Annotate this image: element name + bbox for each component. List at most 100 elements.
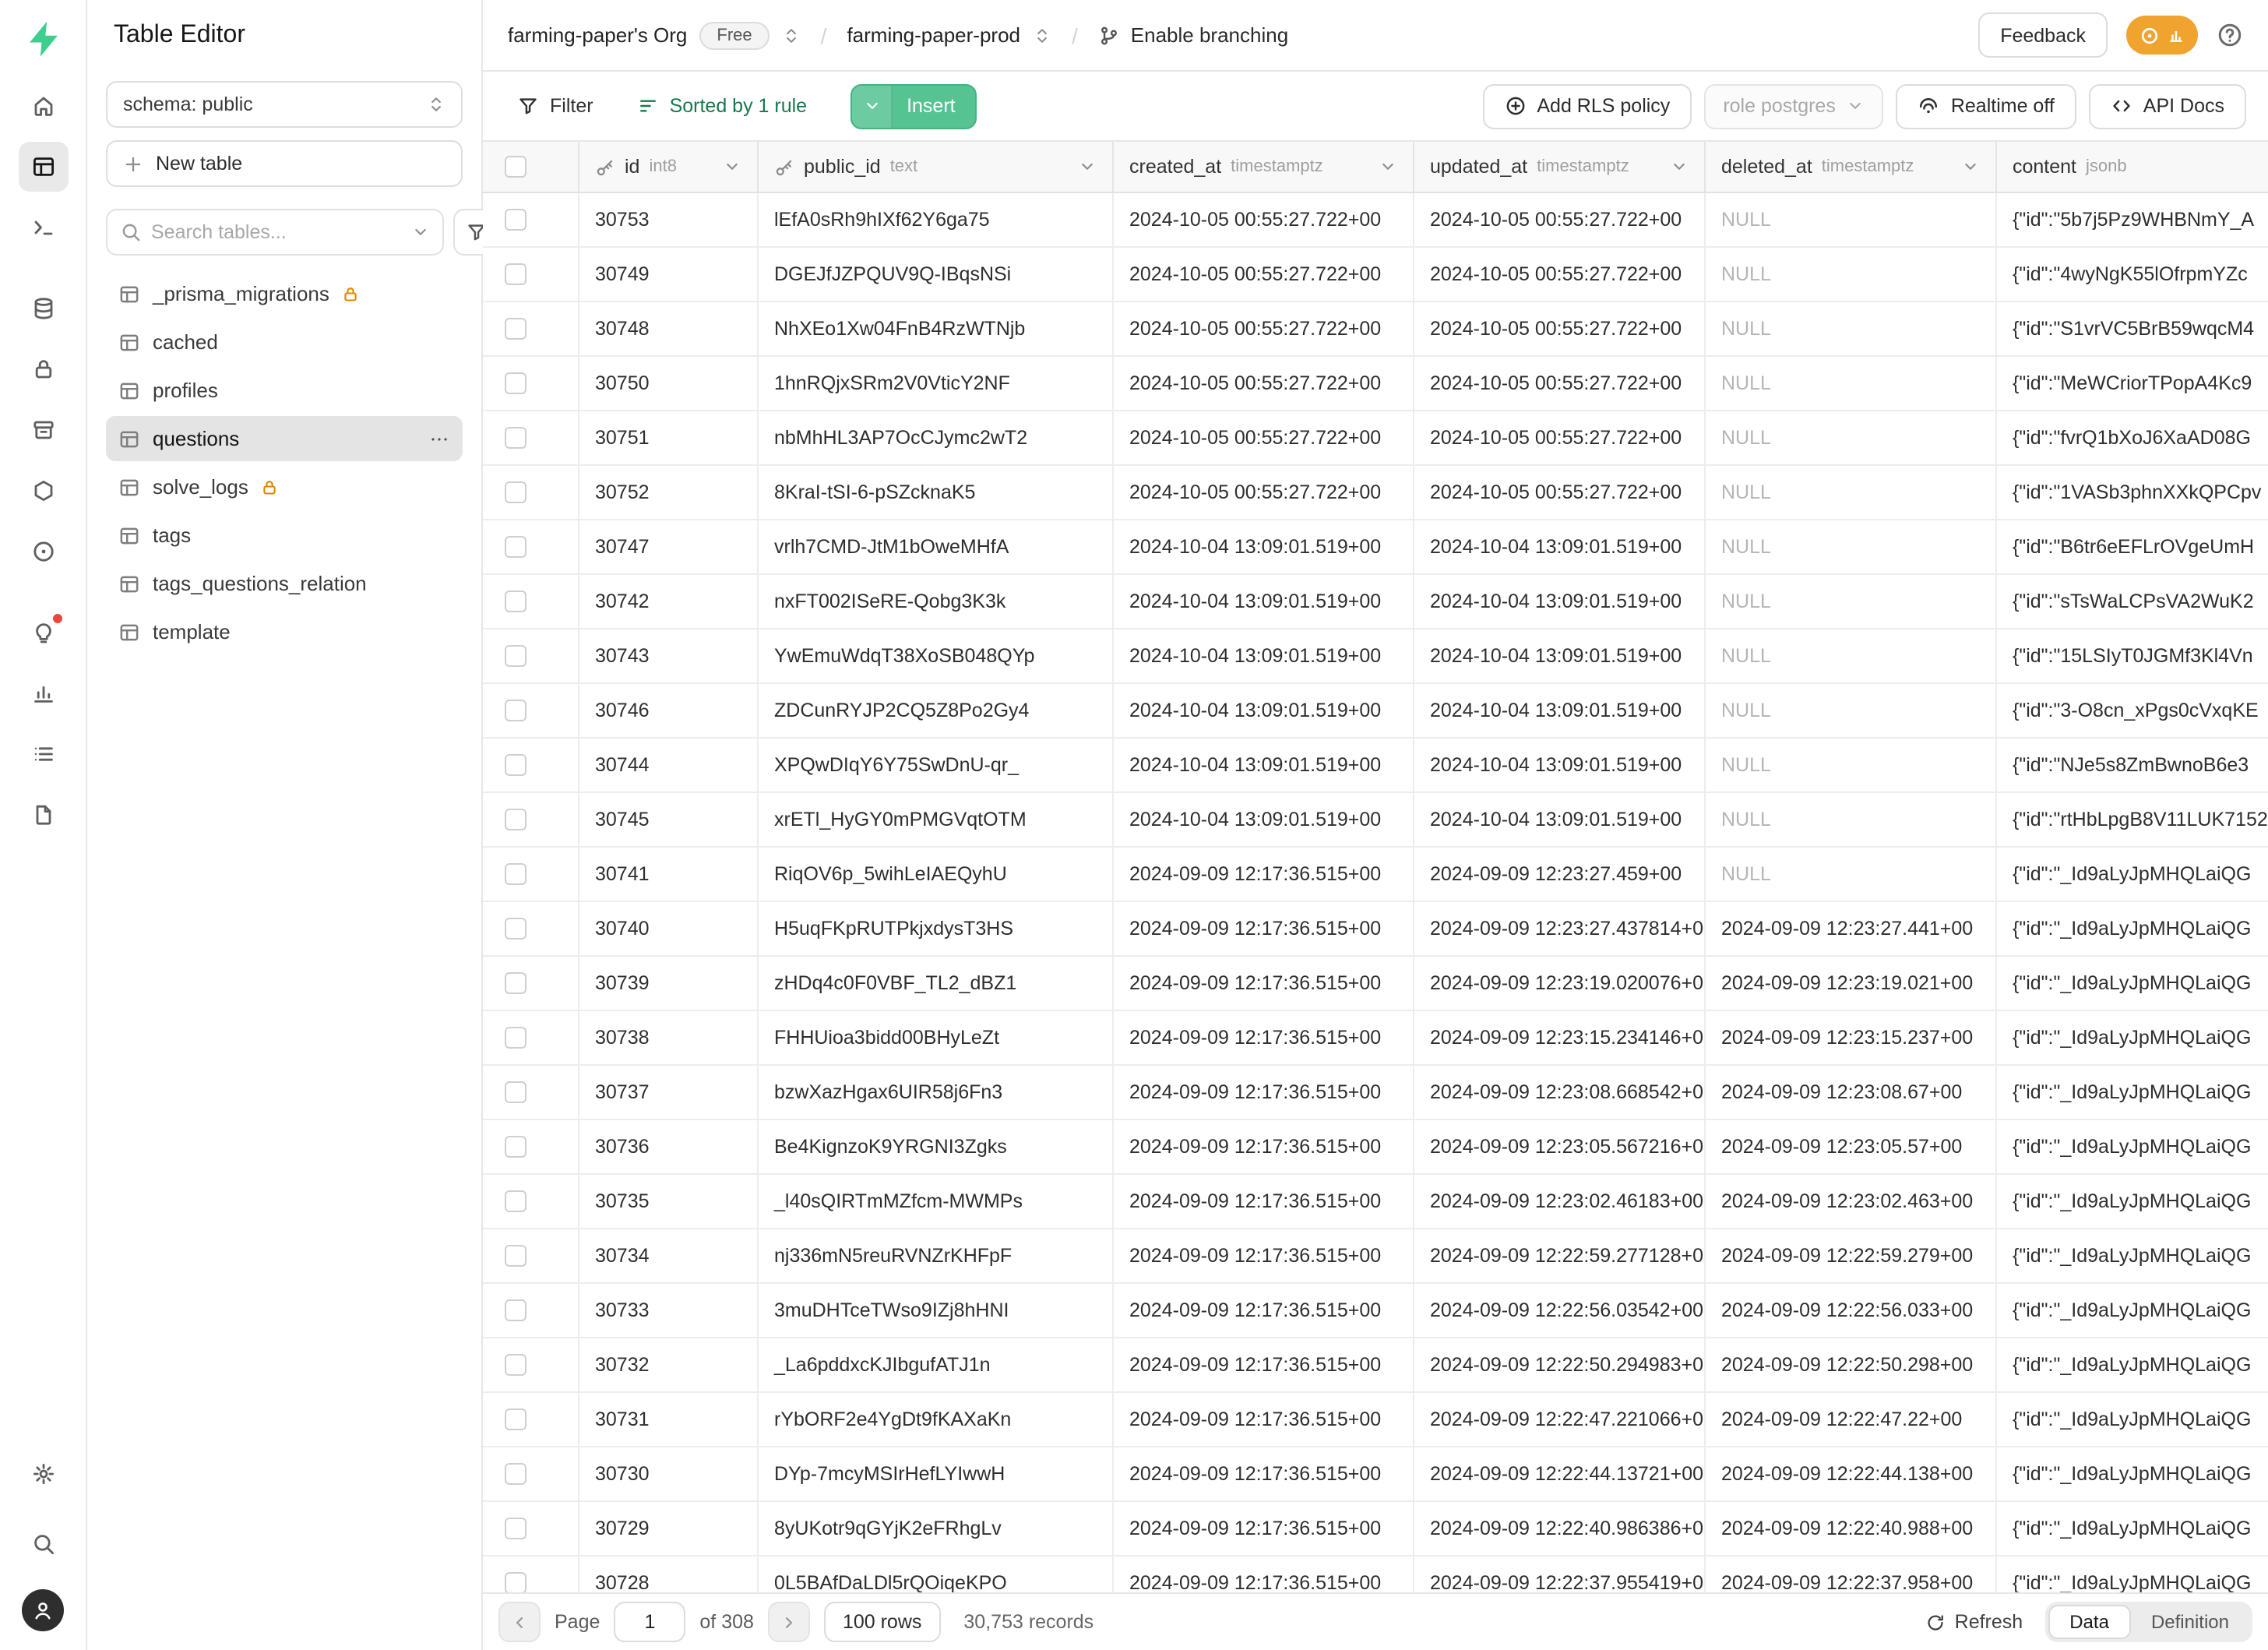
cell-deleted_at[interactable]: NULL [1706,684,1997,737]
row-checkbox[interactable] [505,1463,526,1485]
cell-updated_at[interactable]: 2024-10-05 00:55:27.722+00 [1414,248,1706,301]
cell-deleted_at[interactable]: 2024-09-09 12:22:44.138+00 [1706,1447,1997,1500]
supabase-logo-icon[interactable] [19,16,66,62]
cell-deleted_at[interactable]: 2024-09-09 12:23:19.021+00 [1706,957,1997,1010]
feedback-button[interactable]: Feedback [1978,12,2108,58]
realtime-toggle-button[interactable]: Realtime off [1896,83,2076,129]
next-page-button[interactable] [768,1602,810,1642]
cell-public_id[interactable]: RiqOV6p_5wihLeIAEQyhU [759,848,1114,901]
add-rls-policy-button[interactable]: Add RLS policy [1482,83,1692,129]
cell-content[interactable]: {"id":"3-O8cn_xPgs0cVxqKE [1997,684,2268,737]
cell-id[interactable]: 30736 [579,1120,759,1173]
cell-id[interactable]: 30732 [579,1338,759,1391]
cell-created_at[interactable]: 2024-09-09 12:17:36.515+00 [1114,1338,1414,1391]
cell-content[interactable]: {"id":"4wyNgK55lOfrpmYZc [1997,248,2268,301]
cell-created_at[interactable]: 2024-09-09 12:17:36.515+00 [1114,902,1414,955]
sidebar-item-tags[interactable]: tags [106,513,463,558]
cell-id[interactable]: 30735 [579,1175,759,1228]
row-checkbox[interactable] [505,754,526,776]
cell-content[interactable]: {"id":"_Id9aLyJpMHQLaiQG [1997,957,2268,1010]
cell-content[interactable]: {"id":"_Id9aLyJpMHQLaiQG [1997,1011,2268,1064]
cell-public_id[interactable]: bzwXazHgax6UIR58j6Fn3 [759,1066,1114,1119]
cell-deleted_at[interactable]: 2024-09-09 12:23:05.57+00 [1706,1120,1997,1173]
row-checkbox[interactable] [505,1027,526,1049]
cell-created_at[interactable]: 2024-10-05 00:55:27.722+00 [1114,193,1414,246]
user-avatar[interactable] [22,1589,64,1631]
cell-content[interactable]: {"id":"_Id9aLyJpMHQLaiQG [1997,1557,2268,1592]
cell-public_id[interactable]: 1hnRQjxSRm2V0VticY2NF [759,357,1114,410]
sidebar-item-solve_logs[interactable]: solve_logs [106,464,463,509]
cell-created_at[interactable]: 2024-09-09 12:17:36.515+00 [1114,957,1414,1010]
cell-created_at[interactable]: 2024-10-04 13:09:01.519+00 [1114,629,1414,682]
cell-updated_at[interactable]: 2024-09-09 12:23:05.567216+00 [1414,1120,1706,1173]
column-header-content[interactable]: contentjsonb [1997,142,2268,192]
cell-updated_at[interactable]: 2024-09-09 12:23:19.020076+00 [1414,957,1706,1010]
cell-created_at[interactable]: 2024-10-04 13:09:01.519+00 [1114,684,1414,737]
cell-id[interactable]: 30733 [579,1284,759,1337]
logs-icon[interactable] [18,729,68,779]
cell-id[interactable]: 30738 [579,1011,759,1064]
cell-deleted_at[interactable]: NULL [1706,302,1997,355]
cell-content[interactable]: {"id":"_Id9aLyJpMHQLaiQG [1997,1284,2268,1337]
cell-id[interactable]: 30728 [579,1557,759,1592]
column-menu-icon[interactable] [1670,157,1689,176]
cell-updated_at[interactable]: 2024-09-09 12:22:56.03542+00 [1414,1284,1706,1337]
cell-content[interactable]: {"id":"NJe5s8ZmBwnoB6e3 [1997,739,2268,792]
cell-public_id[interactable]: H5uqFKpRUTPkjxdysT3HS [759,902,1114,955]
cell-deleted_at[interactable]: NULL [1706,848,1997,901]
cell-content[interactable]: {"id":"_Id9aLyJpMHQLaiQG [1997,1229,2268,1282]
row-checkbox[interactable] [505,809,526,830]
row-checkbox[interactable] [505,1518,526,1539]
row-checkbox[interactable] [505,209,526,231]
cell-updated_at[interactable]: 2024-10-04 13:09:01.519+00 [1414,520,1706,573]
cell-updated_at[interactable]: 2024-09-09 12:22:50.294983+00 [1414,1338,1706,1391]
cell-updated_at[interactable]: 2024-09-09 12:22:40.986386+00 [1414,1502,1706,1555]
row-checkbox[interactable] [505,318,526,340]
project-switcher-icon[interactable] [1033,26,1051,44]
row-checkbox[interactable] [505,700,526,721]
cell-id[interactable]: 30737 [579,1066,759,1119]
cell-public_id[interactable]: nj336mN5reuRVNZrKHFpF [759,1229,1114,1282]
cell-created_at[interactable]: 2024-09-09 12:17:36.515+00 [1114,1447,1414,1500]
sql-editor-icon[interactable] [18,203,68,252]
cell-updated_at[interactable]: 2024-10-04 13:09:01.519+00 [1414,629,1706,682]
cell-id[interactable]: 30748 [579,302,759,355]
previous-page-button[interactable] [498,1602,541,1642]
schema-select[interactable]: schema: public [106,81,463,128]
help-icon[interactable] [2217,22,2243,48]
cell-public_id[interactable]: ZDCunRYJP2CQ5Z8Po2Gy4 [759,684,1114,737]
row-checkbox[interactable] [505,863,526,885]
cell-deleted_at[interactable]: NULL [1706,575,1997,628]
row-checkbox[interactable] [505,972,526,994]
cell-id[interactable]: 30752 [579,466,759,519]
cell-public_id[interactable]: zHDq4c0F0VBF_TL2_dBZ1 [759,957,1114,1010]
cell-deleted_at[interactable]: 2024-09-09 12:22:47.22+00 [1706,1393,1997,1446]
cell-updated_at[interactable]: 2024-10-04 13:09:01.519+00 [1414,793,1706,846]
insert-button[interactable]: Insert [850,83,977,129]
cell-created_at[interactable]: 2024-09-09 12:17:36.515+00 [1114,1120,1414,1173]
row-checkbox[interactable] [505,1572,526,1592]
cell-id[interactable]: 30731 [579,1393,759,1446]
cell-id[interactable]: 30753 [579,193,759,246]
usage-notification-badge[interactable] [2126,16,2198,55]
cell-created_at[interactable]: 2024-10-05 00:55:27.722+00 [1114,357,1414,410]
select-all-checkbox[interactable] [505,156,526,178]
row-checkbox[interactable] [505,427,526,449]
cell-deleted_at[interactable]: 2024-09-09 12:23:02.463+00 [1706,1175,1997,1228]
column-menu-icon[interactable] [1379,157,1397,176]
plan-badge[interactable]: Free [699,21,769,49]
filter-button[interactable]: Filter [505,87,606,125]
column-menu-icon[interactable] [723,157,741,176]
sidebar-item-_prisma_migrations[interactable]: _prisma_migrations [106,271,463,316]
enable-branching-button[interactable]: Enable branching [1098,23,1288,47]
cell-deleted_at[interactable]: 2024-09-09 12:23:27.441+00 [1706,902,1997,955]
cell-public_id[interactable]: Be4KignzoK9YRGNI3Zgks [759,1120,1114,1173]
sort-button[interactable]: Sorted by 1 rule [625,87,820,125]
cell-updated_at[interactable]: 2024-09-09 12:22:44.13721+00 [1414,1447,1706,1500]
cell-created_at[interactable]: 2024-09-09 12:17:36.515+00 [1114,1393,1414,1446]
cell-deleted_at[interactable]: NULL [1706,193,1997,246]
cell-deleted_at[interactable]: 2024-09-09 12:22:59.279+00 [1706,1229,1997,1282]
cell-id[interactable]: 30745 [579,793,759,846]
reports-icon[interactable] [18,668,68,718]
cell-public_id[interactable]: 0L5BAfDaLDl5rQOiqeKPO [759,1557,1114,1592]
